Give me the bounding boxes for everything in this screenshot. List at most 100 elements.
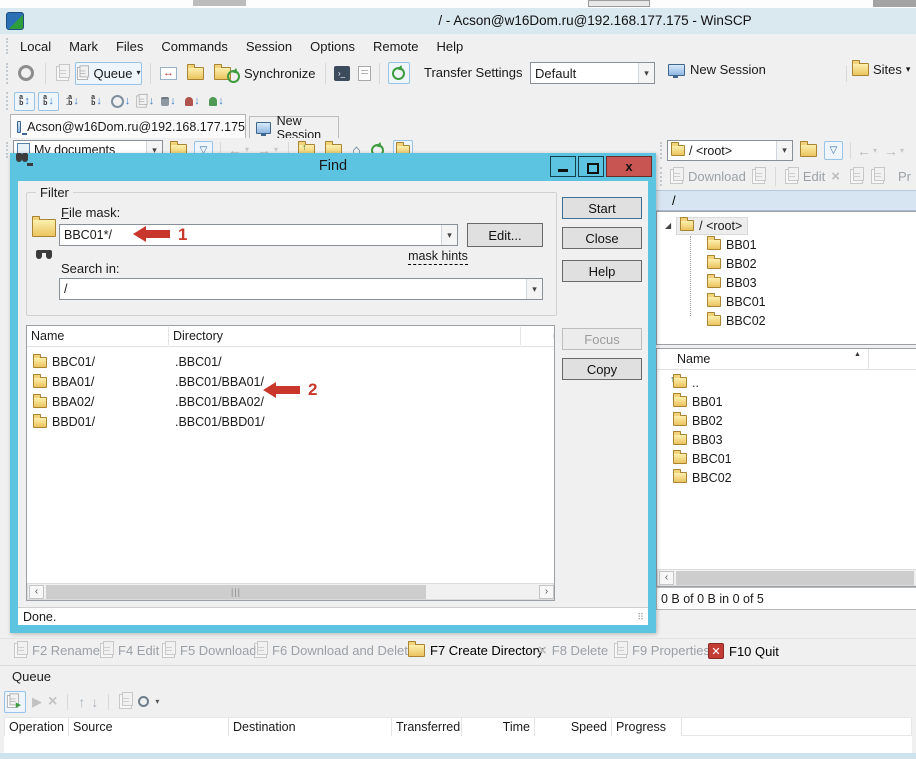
sort-name-asc-icon[interactable]: ab <box>38 92 59 111</box>
list-item[interactable]: BB02 <box>673 411 723 430</box>
close-button[interactable]: x <box>606 156 652 177</box>
list-item[interactable]: BB03 <box>673 430 723 449</box>
preferences-gear-icon[interactable] <box>18 65 34 81</box>
folder-icon <box>673 453 687 464</box>
results-extra-column-header[interactable] <box>521 334 554 338</box>
sort-type-file-icon[interactable] <box>134 92 155 111</box>
edit-button[interactable]: Edit... <box>467 223 543 247</box>
list-item[interactable]: BBC02 <box>673 468 732 487</box>
tab-new-session[interactable]: New Session <box>249 116 339 138</box>
search-in-combo[interactable]: / <box>59 278 543 300</box>
new-session-monitor-icon <box>668 64 685 76</box>
list-item[interactable]: BB01 <box>673 392 723 411</box>
list-item[interactable]: BBC01 <box>673 449 732 468</box>
remote-address-combo[interactable]: / <root> <box>667 140 793 161</box>
result-row[interactable]: BBC01/ .BBC01/ <box>33 352 548 372</box>
refresh-panel-button[interactable] <box>388 62 410 84</box>
help-button[interactable]: Help <box>562 260 642 282</box>
close-action-button[interactable]: Close <box>562 227 642 249</box>
scroll-left-button[interactable] <box>659 571 674 585</box>
background-transfer-icon[interactable] <box>358 66 371 81</box>
file-mask-combo[interactable]: BBC01*/ <box>59 224 458 246</box>
download-label[interactable]: Download <box>688 169 746 184</box>
synchronized-browsing-icon[interactable] <box>160 67 177 80</box>
folder-icon <box>33 397 47 408</box>
new-session-button[interactable]: New Session <box>668 62 766 77</box>
results-directory-column-header[interactable]: Directory <box>169 327 521 345</box>
queue-column-speed[interactable]: Speed <box>535 718 612 736</box>
list-item-parent[interactable]: .. <box>673 373 699 392</box>
tree-item[interactable]: BB02 <box>707 254 757 273</box>
queue-column-time[interactable]: Time <box>462 718 535 736</box>
queue-show-toggle-button[interactable] <box>4 691 26 713</box>
minimize-button[interactable] <box>550 156 576 177</box>
menu-options[interactable]: Options <box>301 37 364 56</box>
back-icon[interactable] <box>857 144 871 158</box>
maximize-button[interactable] <box>578 156 604 177</box>
tree-item[interactable]: BBC02 <box>707 311 766 330</box>
transfer-settings-combo[interactable]: Default <box>530 62 655 84</box>
fkey-f7-create-directory[interactable]: F7 Create Directory <box>408 643 543 658</box>
tree-root-row[interactable]: / <root> <box>665 216 748 235</box>
properties-label-cut[interactable]: Pr <box>898 169 911 184</box>
chevron-down-icon <box>155 698 159 706</box>
name-column-header[interactable]: Name <box>657 352 710 366</box>
tree-item-label: BBC02 <box>726 314 766 328</box>
copy-button[interactable]: Copy <box>562 358 642 380</box>
queue-column-transferred[interactable]: Transferred <box>392 718 462 736</box>
menu-remote[interactable]: Remote <box>364 37 428 56</box>
queue-delete-icon <box>48 694 57 710</box>
commands-folder-icon[interactable] <box>187 67 204 80</box>
list-item-label: BB03 <box>692 433 723 447</box>
results-name-column-header[interactable]: Name <box>27 327 169 345</box>
tree-item[interactable]: BB03 <box>707 273 757 292</box>
queue-column-progress[interactable]: Progress <box>612 718 682 736</box>
queue-settings-gear-icon[interactable] <box>138 696 149 707</box>
edit-label[interactable]: Edit <box>803 169 825 184</box>
open-directory-icon[interactable] <box>800 144 817 157</box>
menu-local[interactable]: Local <box>11 37 60 56</box>
tab-session-active[interactable]: Acson@w16Dom.ru@192.168.177.175 <box>10 114 246 138</box>
tree-item[interactable]: BB01 <box>707 235 757 254</box>
menu-commands[interactable]: Commands <box>152 37 236 56</box>
menu-files[interactable]: Files <box>107 37 152 56</box>
result-row[interactable]: BBD01/ .BBC01/BBD01/ <box>33 412 548 432</box>
remote-command-toolbar: Download Edit Pr <box>656 163 916 190</box>
scrollbar-thumb[interactable]: ||| <box>46 585 426 599</box>
results-hscrollbar[interactable]: ||| <box>27 583 554 600</box>
queue-column-operation[interactable]: Operation <box>5 718 69 736</box>
queue-toggle-button[interactable]: Queue <box>75 62 142 85</box>
resize-grip[interactable]: ⠿ <box>637 612 645 623</box>
start-button[interactable]: Start <box>562 197 642 219</box>
synchronize-button[interactable]: Synchronize <box>214 66 316 81</box>
console-icon[interactable]: ›_ <box>334 66 350 81</box>
sort-extension-icon[interactable]: .a.b <box>62 92 83 111</box>
menu-session[interactable]: Session <box>237 37 301 56</box>
mask-hints-link[interactable]: mask hints <box>400 249 476 263</box>
scrollbar-thumb[interactable] <box>676 571 914 585</box>
tree-expander-icon[interactable] <box>665 222 671 230</box>
menu-help[interactable]: Help <box>427 37 472 56</box>
sort-modified-clock-icon[interactable] <box>110 92 131 111</box>
sites-button[interactable]: Sites <box>852 62 910 77</box>
queue-column-source[interactable]: Source <box>69 718 229 736</box>
queue-column-destination[interactable]: Destination <box>229 718 392 736</box>
chevron-down-icon <box>441 225 457 245</box>
tree-item[interactable]: BBC01 <box>707 292 766 311</box>
sort-group-icon[interactable] <box>206 92 227 111</box>
scroll-left-button[interactable] <box>29 585 44 599</box>
filter-icon[interactable]: ▽ <box>824 141 843 160</box>
focus-button[interactable]: Focus <box>562 328 642 350</box>
sort-size-icon[interactable]: ab <box>86 92 107 111</box>
find-dialog-titlebar[interactable]: Find x <box>10 153 656 181</box>
file-mask-label: File mask: <box>61 205 120 220</box>
scroll-right-button[interactable] <box>539 585 554 599</box>
fkey-f10-quit[interactable]: ✕ F10 Quit <box>708 643 779 659</box>
sort-name-both-icon[interactable]: ab <box>14 92 35 111</box>
sort-rights-lock-icon[interactable] <box>158 92 179 111</box>
forward-icon[interactable] <box>884 144 898 158</box>
sort-owner-icon[interactable] <box>182 92 203 111</box>
remote-list-hscrollbar[interactable] <box>657 569 916 586</box>
menu-mark[interactable]: Mark <box>60 37 107 56</box>
remote-list-header[interactable]: Name <box>657 349 916 370</box>
